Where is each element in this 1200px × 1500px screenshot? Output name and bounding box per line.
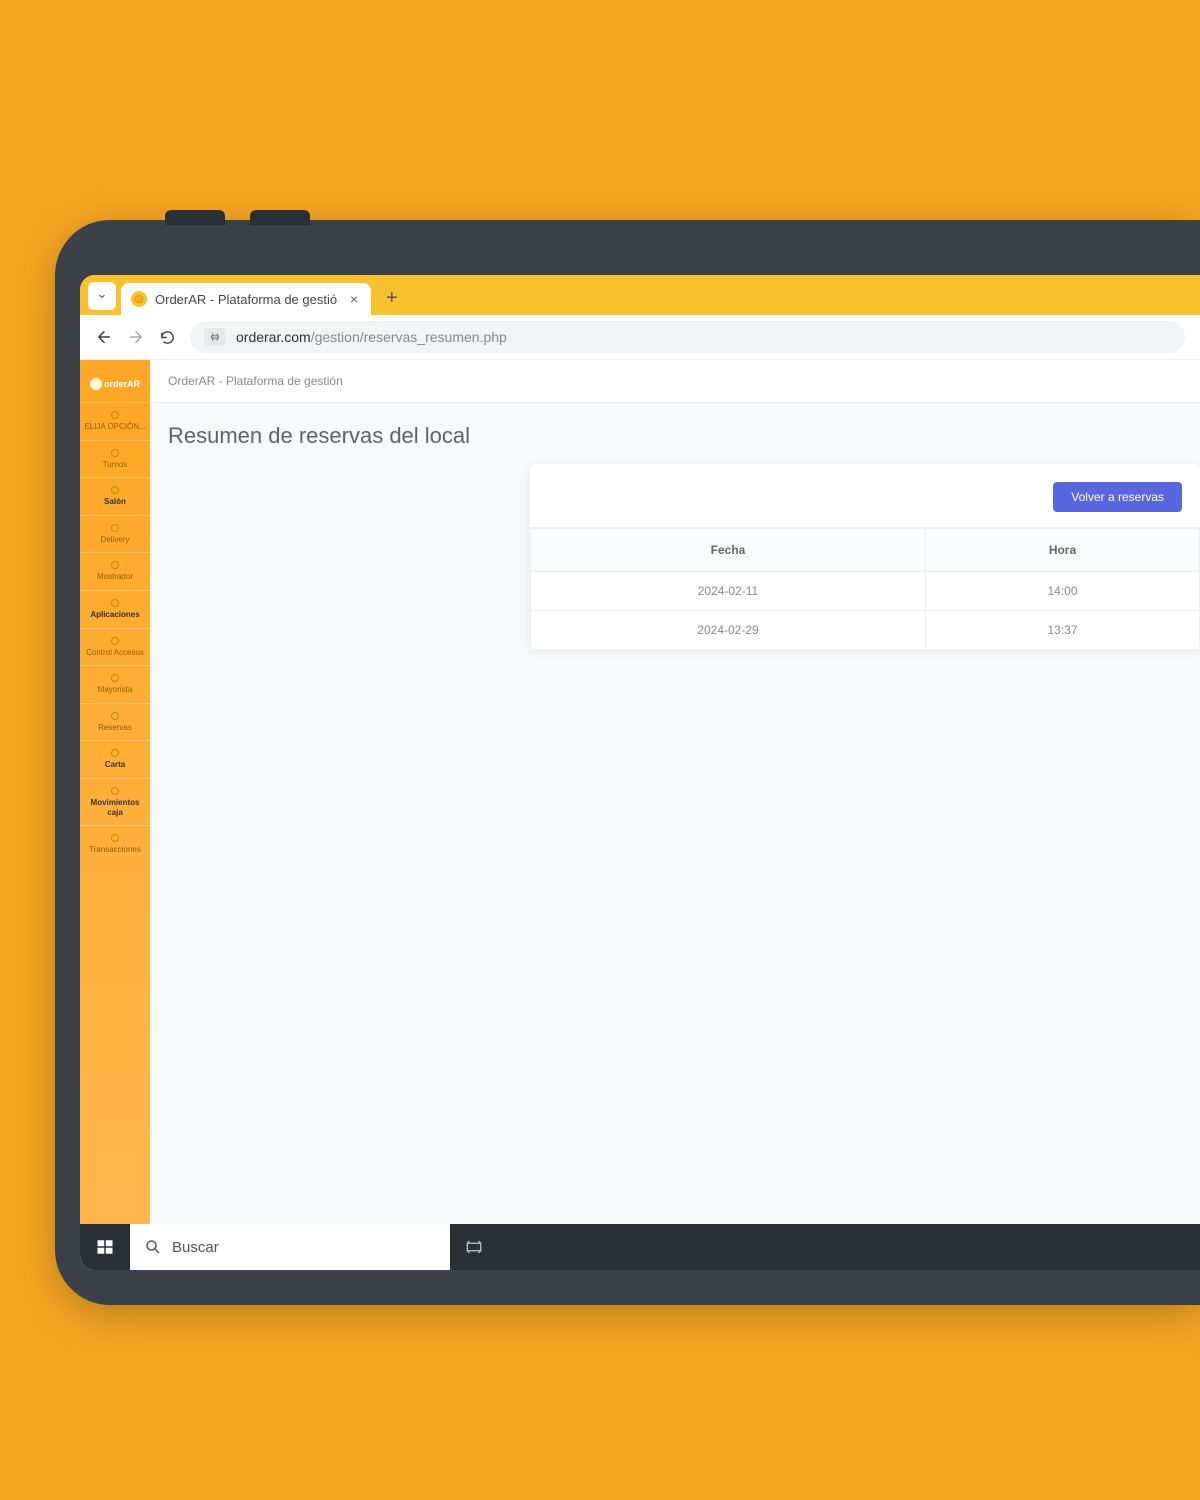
url-text: orderar.com/gestion/reservas_resumen.php <box>236 329 507 345</box>
sidebar-item-label: Movimientos caja <box>82 798 148 817</box>
browser-tab-bar: OrderAR - Plataforma de gestió × + <box>80 275 1200 315</box>
taskbar-app-icon[interactable] <box>450 1224 498 1270</box>
sidebar-item-label: Reservas <box>98 723 132 733</box>
reservations-table: FechaHora 2024-02-1114:002024-02-2913:37 <box>530 528 1200 650</box>
app-main-area: OrderAR - Plataforma de gestión Resumen … <box>150 360 1200 1270</box>
nav-reload-button[interactable] <box>159 329 176 346</box>
cell-hora: 13:37 <box>925 611 1199 650</box>
sidebar-item-label: Mayorista <box>98 685 133 695</box>
sidebar-item-sal-n[interactable]: Salón <box>80 477 150 515</box>
bullet-icon <box>111 411 119 419</box>
bullet-icon <box>111 712 119 720</box>
sidebar-item-aplicaciones[interactable]: Aplicaciones <box>80 590 150 628</box>
bullet-icon <box>111 674 119 682</box>
bullet-icon <box>111 637 119 645</box>
search-icon <box>144 1238 162 1256</box>
sidebar-item-label: Control Accesos <box>86 648 144 658</box>
sidebar-item-label: Aplicaciones <box>90 610 139 620</box>
sidebar-logo[interactable]: orderAR <box>90 378 140 390</box>
cell-fecha: 2024-02-29 <box>531 611 926 650</box>
taskbar-search-input[interactable]: Buscar <box>130 1224 450 1270</box>
sidebar-item-turnos[interactable]: Turnos <box>80 440 150 478</box>
sidebar-item-control-accesos[interactable]: Control Accesos <box>80 628 150 666</box>
sidebar-item-carta[interactable]: Carta <box>80 740 150 778</box>
app-sidebar: orderAR ELIJA OPCIÓN... Turnos Salón Delive… <box>80 360 150 1270</box>
new-tab-button[interactable]: + <box>376 287 408 315</box>
sidebar-item-label: Carta <box>105 760 125 770</box>
logo-text: orderAR <box>104 379 140 389</box>
bullet-icon <box>111 524 119 532</box>
breadcrumb: OrderAR - Plataforma de gestión <box>150 360 1200 403</box>
sidebar-item-reservas[interactable]: Reservas <box>80 703 150 741</box>
device-physical-buttons <box>165 210 310 225</box>
taskbar-search-placeholder: Buscar <box>172 1239 219 1256</box>
sidebar-item-delivery[interactable]: Delivery <box>80 515 150 553</box>
bullet-icon <box>111 561 119 569</box>
sidebar-item-label: ELIJA OPCIÓN... <box>84 422 145 432</box>
bullet-icon <box>111 486 119 494</box>
start-button[interactable] <box>80 1224 130 1270</box>
bullet-icon <box>111 599 119 607</box>
bullet-icon <box>111 749 119 757</box>
table-row: 2024-02-1114:00 <box>531 572 1200 611</box>
back-to-reservations-button[interactable]: Volver a reservas <box>1053 482 1182 512</box>
cell-hora: 14:00 <box>925 572 1199 611</box>
app-viewport: orderAR ELIJA OPCIÓN... Turnos Salón Delive… <box>80 360 1200 1270</box>
table-header-hora: Hora <box>925 529 1199 572</box>
nav-forward-button[interactable] <box>127 328 145 346</box>
sidebar-item-label: Delivery <box>101 535 130 545</box>
reservations-summary-card: Volver a reservas FechaHora 2024-02-1114… <box>530 464 1200 650</box>
sidebar-item-label: Turnos <box>103 460 128 470</box>
sidebar-item-mostrador[interactable]: Mostrador <box>80 552 150 590</box>
close-tab-button[interactable]: × <box>347 291 361 307</box>
table-header-fecha: Fecha <box>531 529 926 572</box>
tablet-device-frame: OrderAR - Plataforma de gestió × + order… <box>55 220 1200 1305</box>
browser-url-input[interactable]: orderar.com/gestion/reservas_resumen.php <box>190 321 1185 353</box>
sidebar-item-mayorista[interactable]: Mayorista <box>80 665 150 703</box>
bullet-icon <box>111 449 119 457</box>
table-row: 2024-02-2913:37 <box>531 611 1200 650</box>
tab-favicon-icon <box>131 291 147 307</box>
sidebar-item-transacciones[interactable]: Transacciones <box>80 825 150 863</box>
logo-icon <box>90 378 102 390</box>
site-info-icon[interactable] <box>204 328 226 346</box>
tab-search-dropdown[interactable] <box>88 282 116 310</box>
sidebar-item-label: Salón <box>104 497 126 507</box>
sidebar-item-label: Mostrador <box>97 572 133 582</box>
sidebar-item-label: Transacciones <box>89 845 141 855</box>
sidebar-item-elija-opci-n-[interactable]: ELIJA OPCIÓN... <box>80 402 150 440</box>
device-screen: OrderAR - Plataforma de gestió × + order… <box>80 275 1200 1270</box>
cell-fecha: 2024-02-11 <box>531 572 926 611</box>
bullet-icon <box>111 787 119 795</box>
nav-back-button[interactable] <box>95 328 113 346</box>
windows-taskbar: Buscar <box>80 1224 1200 1270</box>
browser-tab-title: OrderAR - Plataforma de gestió <box>155 292 339 307</box>
browser-address-bar: orderar.com/gestion/reservas_resumen.php <box>80 315 1200 360</box>
bullet-icon <box>111 834 119 842</box>
browser-tab-active[interactable]: OrderAR - Plataforma de gestió × <box>121 283 371 315</box>
page-title: Resumen de reservas del local <box>150 403 1200 464</box>
sidebar-item-movimientos-caja[interactable]: Movimientos caja <box>80 778 150 825</box>
